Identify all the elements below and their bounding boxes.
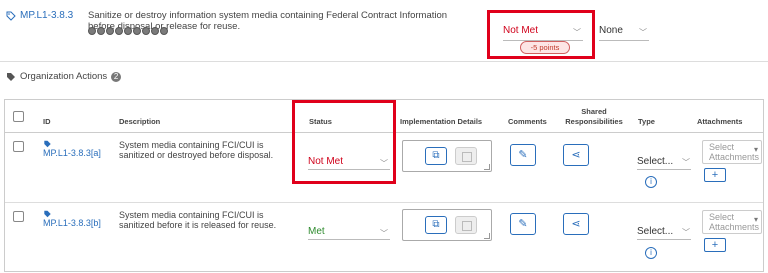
- tag-icon: [44, 140, 51, 148]
- row-id-link[interactable]: MP.L1-3.8.3[a]: [43, 140, 101, 158]
- row-id: MP.L1-3.8.3[b]: [43, 218, 101, 228]
- external-link-icon[interactable]: ⧉: [425, 216, 447, 234]
- chevron-down-icon: ﹀: [380, 229, 388, 238]
- add-attachment-button[interactable]: +: [704, 168, 726, 182]
- control-id-link[interactable]: MP.L1-3.8.3: [6, 10, 73, 21]
- row-status-select[interactable]: Met ﹀: [308, 226, 390, 240]
- type-select-value: Select...: [637, 226, 674, 237]
- control-id: MP.L1-3.8.3: [20, 10, 74, 21]
- control-status-value: Not Met: [503, 25, 539, 36]
- attachments-select[interactable]: Select Attachments ▾: [702, 210, 762, 234]
- count-badge: 2: [111, 71, 122, 82]
- level-dot-icon: [115, 27, 123, 35]
- organization-actions-label: Organization Actions: [20, 71, 108, 82]
- level-dot-icon: [142, 27, 150, 35]
- row-status-value: Met: [308, 226, 325, 237]
- share-button[interactable]: ⋖: [563, 213, 589, 235]
- tag-icon: [7, 72, 15, 81]
- col-attachments: Attachments: [697, 117, 743, 126]
- points-badge: -5 points: [520, 41, 570, 54]
- control-status-select[interactable]: Not Met ﹀: [503, 25, 583, 41]
- status-column-highlight-box: [292, 100, 396, 184]
- control-header: MP.L1-3.8.3 Sanitize or destroy informat…: [0, 0, 768, 62]
- caret-down-icon: ▾: [753, 145, 758, 154]
- chevron-down-icon: ﹀: [682, 158, 690, 167]
- type-select-value: Select...: [637, 156, 674, 167]
- row-description: System media containing FCI/CUI is sanit…: [119, 210, 277, 230]
- row-id: MP.L1-3.8.3[a]: [43, 148, 101, 158]
- col-comments: Comments: [508, 117, 547, 126]
- row-id-link[interactable]: MP.L1-3.8.3[b]: [43, 210, 101, 228]
- external-link-icon[interactable]: ⧉: [425, 147, 447, 165]
- row-checkbox[interactable]: [13, 141, 24, 152]
- col-type: Type: [638, 117, 655, 126]
- secondary-select[interactable]: None ﹀: [599, 25, 649, 41]
- row-description: System media containing FCI/CUI is sanit…: [119, 140, 274, 160]
- level-dot-icon: [151, 27, 159, 35]
- attachments-placeholder: Select Attachments: [709, 142, 760, 162]
- level-dot-icon: [160, 27, 168, 35]
- col-implementation: Implementation Details: [400, 117, 483, 126]
- level-dot-icon: [133, 27, 141, 35]
- type-select[interactable]: Select... ﹀: [637, 226, 691, 240]
- col-shared: Shared Responsibilities: [565, 107, 623, 126]
- col-description: Description: [119, 117, 161, 126]
- add-attachment-button[interactable]: +: [704, 238, 726, 252]
- resize-handle-icon[interactable]: [484, 164, 490, 170]
- level-dot-icon: [106, 27, 114, 35]
- maturity-dots: [88, 27, 168, 35]
- row-checkbox[interactable]: [13, 211, 24, 222]
- share-button[interactable]: ⋖: [563, 144, 589, 166]
- implementation-details-field[interactable]: ⧉: [402, 209, 492, 241]
- col-id: ID: [43, 117, 51, 126]
- tag-icon: [44, 210, 51, 218]
- select-all-checkbox[interactable]: [13, 111, 24, 122]
- attachments-placeholder: Select Attachments: [709, 212, 760, 232]
- info-icon[interactable]: i: [645, 247, 657, 259]
- type-select[interactable]: Select... ﹀: [637, 156, 691, 170]
- comment-edit-button[interactable]: ✎: [510, 213, 536, 235]
- save-icon[interactable]: [455, 147, 477, 165]
- secondary-select-value: None: [599, 25, 623, 36]
- level-dot-icon: [88, 27, 96, 35]
- level-dot-icon: [97, 27, 105, 35]
- chevron-down-icon: ﹀: [573, 28, 581, 37]
- chevron-down-icon: ﹀: [639, 28, 647, 37]
- save-icon[interactable]: [455, 216, 477, 234]
- info-icon[interactable]: i: [645, 176, 657, 188]
- attachments-select[interactable]: Select Attachments ▾: [702, 140, 762, 164]
- organization-actions-heading: Organization Actions 2: [6, 71, 122, 82]
- caret-down-icon: ▾: [753, 215, 758, 224]
- table-row: MP.L1-3.8.3[b] System media containing F…: [5, 204, 763, 272]
- resize-handle-icon[interactable]: [484, 233, 490, 239]
- chevron-down-icon: ﹀: [682, 228, 690, 237]
- tag-icon: [6, 11, 16, 21]
- level-dot-icon: [124, 27, 132, 35]
- implementation-details-field[interactable]: ⧉: [402, 140, 492, 172]
- comment-edit-button[interactable]: ✎: [510, 144, 536, 166]
